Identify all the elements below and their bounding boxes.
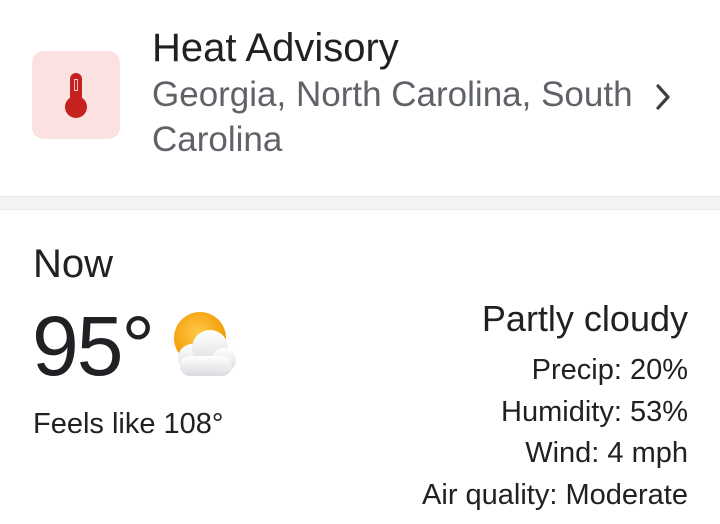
section-divider [0, 196, 720, 210]
humidity-value: Humidity: 53% [501, 395, 688, 428]
alert-regions: Georgia, North Carolina, South Carolina [152, 75, 633, 159]
weather-page: Heat Advisory Georgia, North Carolina, S… [0, 0, 720, 524]
chevron-right-icon [656, 84, 670, 110]
weather-details: Precip: 20% Humidity: 53% Wind: 4 mph Ai… [422, 350, 688, 516]
thermometer-icon [65, 73, 87, 118]
condition-label: Partly cloudy [481, 298, 688, 339]
current-temperature: 95° [32, 299, 155, 393]
now-heading: Now [33, 242, 114, 286]
precip-value: Precip: 20% [531, 354, 688, 386]
wind-value: Wind: 4 mph [525, 437, 688, 469]
partly-cloudy-icon [174, 312, 236, 376]
alert-icon-tile [32, 51, 120, 139]
alert-title: Heat Advisory [152, 26, 399, 70]
air-quality-value: Air quality: Moderate [422, 478, 688, 511]
heat-advisory-card[interactable]: Heat Advisory Georgia, North Carolina, S… [0, 0, 720, 196]
feels-like: Feels like 108° [33, 408, 224, 440]
